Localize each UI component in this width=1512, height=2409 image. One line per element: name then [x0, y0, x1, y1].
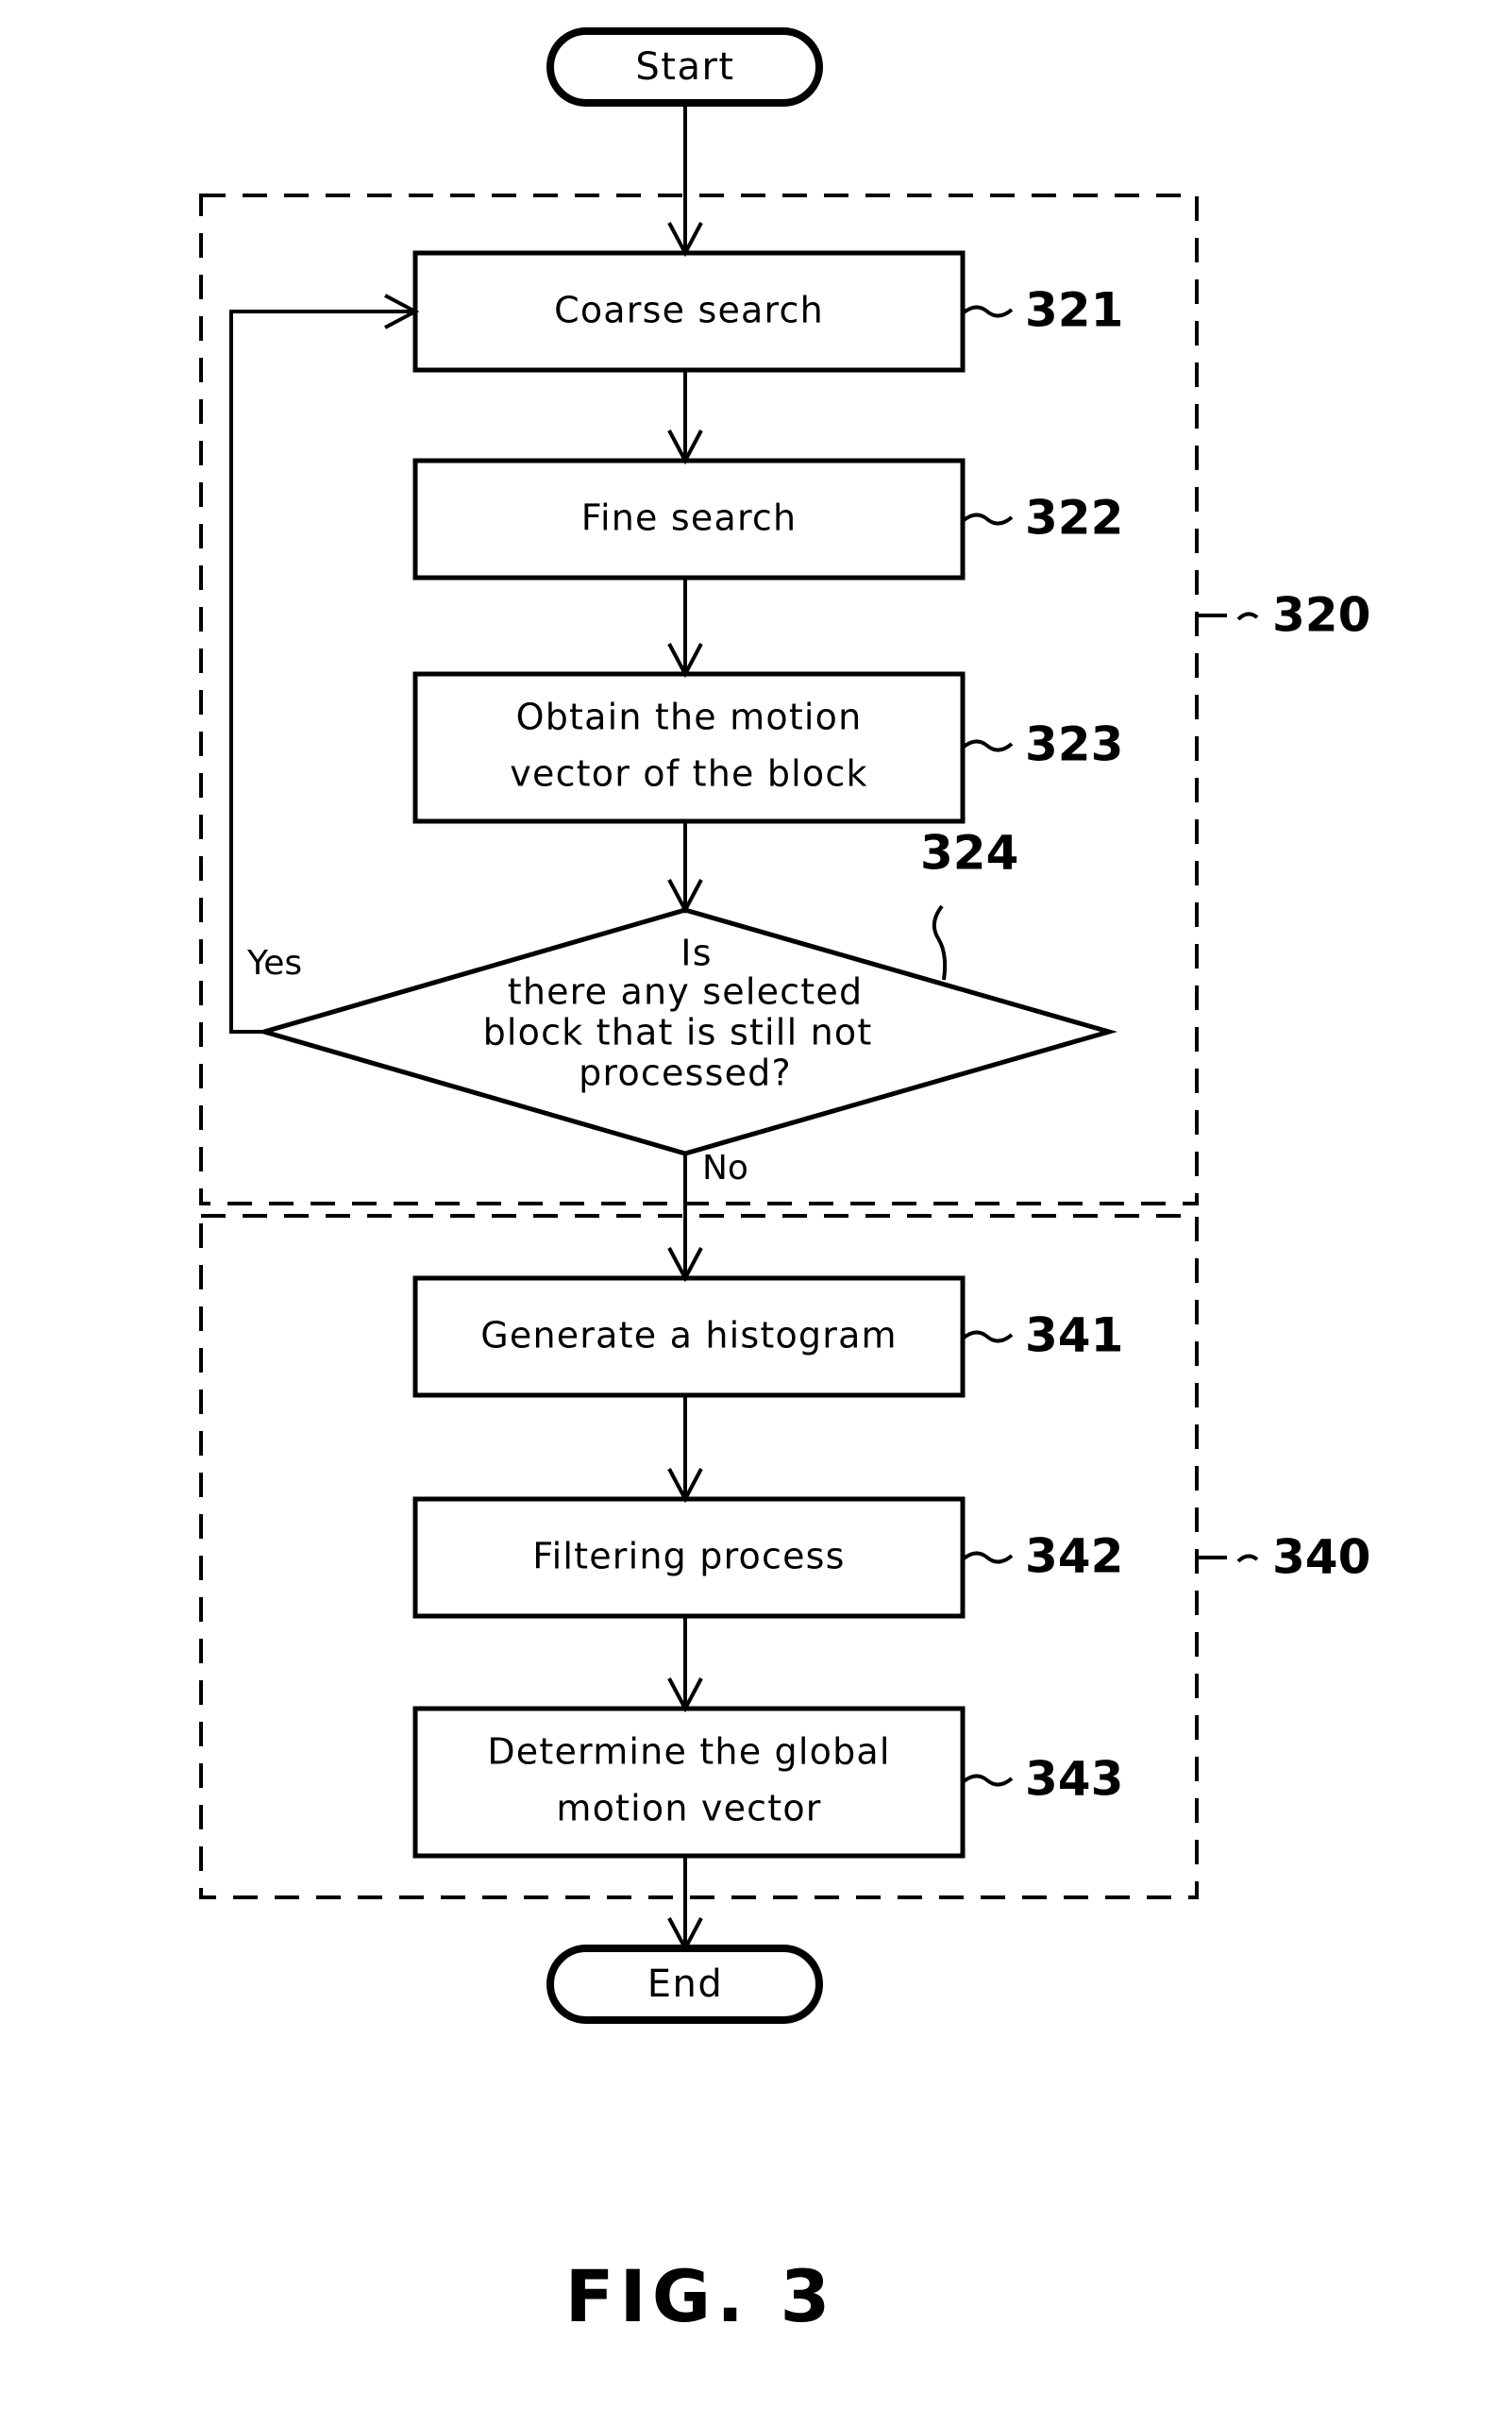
process-label-341: Generate a histogram [480, 1315, 898, 1356]
end-label: End [647, 1963, 724, 2006]
group-340-leader-squiggle [1236, 1554, 1259, 1563]
group-ref-320: 320 [1272, 588, 1370, 643]
patent-figure-page: 320 340 Start Coarse search 321 Fine sea… [0, 0, 1512, 2409]
ref-324-leader [932, 904, 948, 981]
group-320-leader-squiggle [1236, 612, 1259, 621]
ref-323-leader [961, 739, 1014, 752]
process-label-322: Fine search [581, 497, 798, 539]
step-ref-323: 323 [1025, 717, 1123, 772]
ref-321-leader [961, 305, 1014, 318]
process-label-323-line2: vector of the block [510, 753, 867, 795]
process-label-321: Coarse search [554, 290, 824, 331]
step-ref-324: 324 [920, 826, 1018, 881]
ref-342-leader [961, 1551, 1014, 1564]
edge-label-no: No [702, 1149, 748, 1188]
decision-label-324-line2: there any selected [508, 971, 864, 1013]
figure-caption: FIG. 3 [565, 2254, 836, 2338]
decision-label-324-line4: processed? [579, 1053, 792, 1094]
step-ref-341: 341 [1025, 1308, 1123, 1363]
step-ref-343: 343 [1025, 1752, 1123, 1807]
edge-324-yes-feedback [229, 310, 413, 1034]
flowchart-svg: 320 340 Start Coarse search 321 Fine sea… [199, 27, 1370, 2338]
ref-322-leader [961, 513, 1014, 526]
ref-341-leader [961, 1330, 1014, 1343]
decision-label-324-line3: block that is still not [483, 1012, 873, 1053]
process-label-343-line1: Determine the global [487, 1731, 890, 1773]
ref-343-leader [961, 1774, 1014, 1787]
process-label-342: Filtering process [532, 1536, 845, 1577]
process-label-323-line1: Obtain the motion [516, 697, 863, 738]
edge-label-yes: Yes [246, 944, 302, 983]
decision-label-324-line1: Is [680, 933, 712, 974]
step-ref-322: 322 [1025, 491, 1123, 546]
start-label: Start [635, 45, 734, 89]
process-label-343-line2: motion vector [556, 1788, 821, 1829]
group-ref-340: 340 [1272, 1530, 1370, 1585]
step-ref-321: 321 [1025, 283, 1123, 338]
step-ref-342: 342 [1025, 1529, 1123, 1584]
